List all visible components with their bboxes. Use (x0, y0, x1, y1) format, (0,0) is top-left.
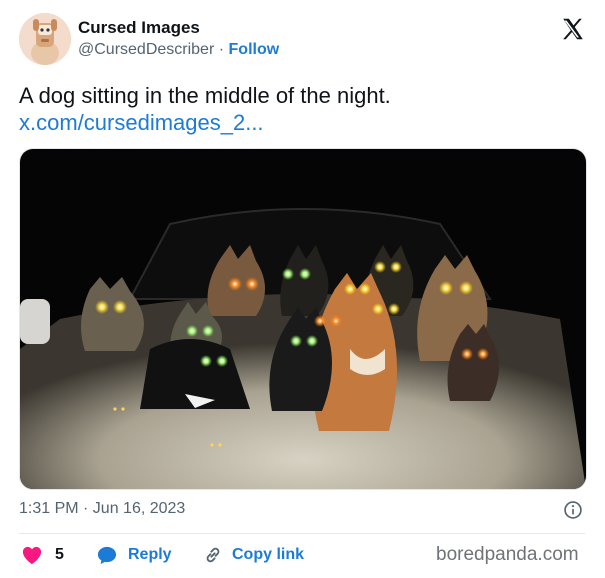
reply-label: Reply (128, 546, 172, 563)
copy-link-label: Copy link (232, 546, 305, 563)
divider (19, 533, 585, 534)
reply-button[interactable]: Reply (96, 544, 172, 566)
display-name[interactable]: Cursed Images (78, 18, 200, 38)
night-cats-photo (20, 149, 586, 489)
like-button[interactable]: 5 (21, 544, 64, 566)
tweet-card: Cursed Images @CursedDescriber · Follow … (0, 0, 605, 578)
x-logo-icon[interactable] (560, 16, 586, 42)
heart-icon (22, 546, 42, 565)
handle-row: @CursedDescriber · Follow (78, 41, 279, 59)
like-count: 5 (55, 546, 64, 563)
watermark: boredpanda.com (436, 544, 579, 565)
link-icon (206, 547, 220, 563)
follow-button[interactable]: Follow (229, 41, 280, 58)
separator-dot: · (218, 41, 225, 58)
reply-bubble-icon (97, 546, 117, 565)
timestamp[interactable]: 1:31 PM · Jun 16, 2023 (19, 500, 185, 518)
tweet-link[interactable]: x.com/cursedimages_2... (19, 109, 264, 136)
avatar-image (19, 13, 71, 65)
copy-link-button[interactable]: Copy link (203, 544, 304, 566)
info-icon[interactable] (563, 500, 583, 520)
user-handle[interactable]: @CursedDescriber (78, 41, 214, 58)
tweet-photo[interactable] (19, 148, 587, 490)
tweet-text: A dog sitting in the middle of the night… (19, 83, 391, 108)
avatar[interactable] (19, 13, 71, 65)
